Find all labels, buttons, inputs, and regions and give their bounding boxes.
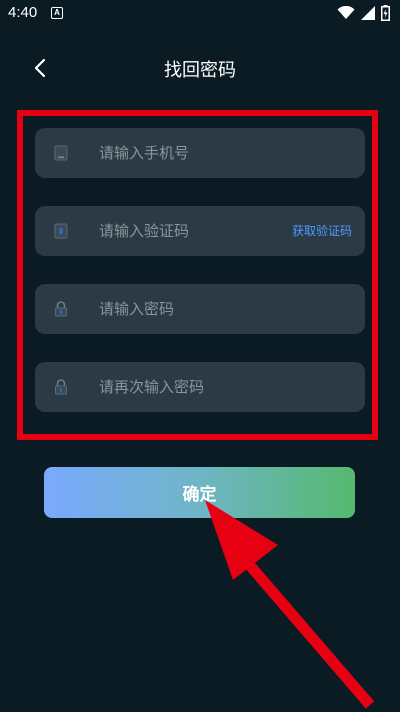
status-time: 4:40 bbox=[8, 4, 38, 21]
header: 找回密码 bbox=[0, 48, 400, 88]
status-icons bbox=[337, 5, 390, 21]
battery-icon bbox=[381, 5, 390, 21]
page-title: 找回密码 bbox=[164, 60, 236, 81]
wifi-icon bbox=[337, 6, 355, 19]
status-bar: 4:40 A bbox=[0, 0, 400, 28]
notification-icon: A bbox=[51, 7, 63, 19]
annotation-highlight-box bbox=[17, 110, 378, 440]
signal-icon bbox=[361, 6, 375, 20]
confirm-button[interactable]: 确定 bbox=[44, 467, 355, 518]
